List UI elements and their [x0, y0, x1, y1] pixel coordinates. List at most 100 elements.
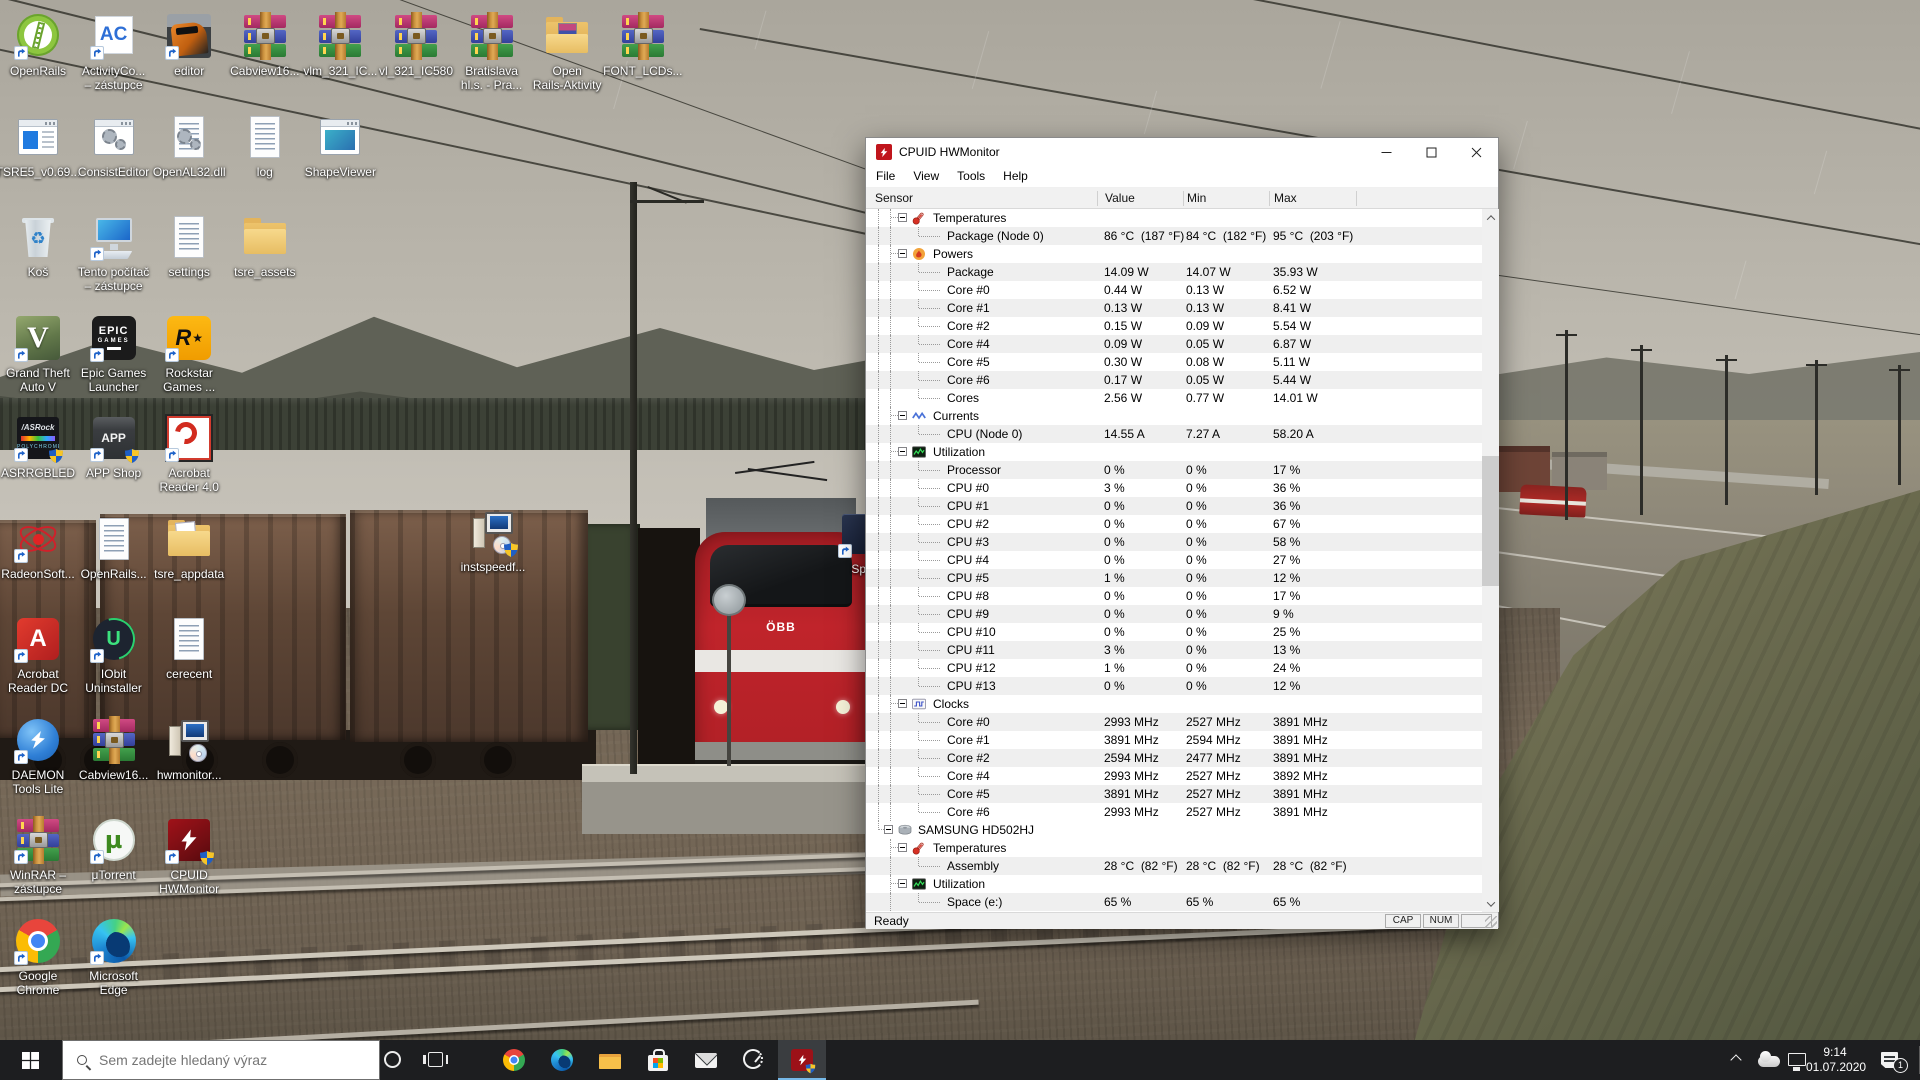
- tray-chevron-icon[interactable]: [1730, 1054, 1742, 1066]
- column-header-min[interactable]: Min: [1187, 191, 1206, 205]
- column-header-max[interactable]: Max: [1274, 191, 1297, 205]
- sensor-row-clocks-27[interactable]: Clocks: [866, 695, 1482, 713]
- desktop-icon-settings[interactable]: settings: [151, 213, 227, 279]
- sensor-row-cpu-1-16[interactable]: CPU #1 0 % 0 % 36 %: [866, 497, 1482, 515]
- desktop-icon-rockstar-games[interactable]: R ★ Rockstar Games ...: [151, 314, 227, 394]
- sensor-row-package-node-0-1[interactable]: Package (Node 0) 86 °C (187 °F) 84 °C (182…: [866, 227, 1482, 245]
- collapse-toggle[interactable]: [898, 249, 907, 258]
- scroll-down-arrow[interactable]: [1482, 895, 1499, 912]
- desktop-icon-consisteditor[interactable]: ConsistEditor: [76, 113, 152, 179]
- sensor-row-core-0-28[interactable]: Core #0 2993 MHz 2527 MHz 3891 MHz: [866, 713, 1482, 731]
- desktop-icon-tsre5-v0-69[interactable]: TSRE5_v0.69...: [0, 113, 80, 179]
- desktop-icon-vl-321-ic580[interactable]: vl_321_IC580: [378, 12, 454, 78]
- task-view-icon[interactable]: [423, 1052, 448, 1067]
- desktop-icon-bratislava-hl-s-pra[interactable]: Bratislava hl.s. - Pra...: [454, 12, 530, 92]
- desktop-icon-iobit-uninstaller[interactable]: U IObit Uninstaller: [76, 610, 152, 695]
- sensor-row-core-1-5[interactable]: Core #1 0.13 W 0.13 W 8.41 W: [866, 299, 1482, 317]
- desktop-icon-editor[interactable]: editor: [151, 12, 227, 78]
- column-header-sensor[interactable]: Sensor: [875, 191, 913, 205]
- desktop-icon-cpuid-hwmonitor[interactable]: CPUID HWMonitor: [151, 816, 227, 896]
- taskbar-app-chrome[interactable]: [490, 1040, 538, 1080]
- desktop-icon-google-chrome[interactable]: Google Chrome: [0, 917, 76, 997]
- sensor-row-processor-14[interactable]: Processor 0 % 0 % 17 %: [866, 461, 1482, 479]
- start-button[interactable]: [0, 1040, 60, 1080]
- collapse-toggle[interactable]: [898, 213, 907, 222]
- sensor-row-core-2-30[interactable]: Core #2 2594 MHz 2477 MHz 3891 MHz: [866, 749, 1482, 767]
- menu-item-help[interactable]: Help: [995, 166, 1036, 187]
- sensor-row-cpu-2-17[interactable]: CPU #2 0 % 0 % 67 %: [866, 515, 1482, 533]
- sensor-row-core-0-4[interactable]: Core #0 0.44 W 0.13 W 6.52 W: [866, 281, 1482, 299]
- desktop-icon-radeonsoft[interactable]: RadeonSoft...: [0, 515, 76, 581]
- sensor-row-core-1-29[interactable]: Core #1 3891 MHz 2594 MHz 3891 MHz: [866, 731, 1482, 749]
- sensor-row-cpu-0-15[interactable]: CPU #0 3 % 0 % 36 %: [866, 479, 1482, 497]
- collapse-toggle[interactable]: [898, 699, 907, 708]
- desktop-icon-daemon-tools-lite[interactable]: DAEMON Tools Lite: [0, 716, 76, 796]
- desktop-icon-tsre-assets[interactable]: tsre_assets: [227, 213, 303, 279]
- maximize-button[interactable]: [1409, 138, 1454, 166]
- sensor-row-assembly-36[interactable]: Assembly 28 °C (82 °F) 28 °C (82 °F) 28 °C …: [866, 857, 1482, 875]
- sensor-row-utilization-37[interactable]: Utilization: [866, 875, 1482, 893]
- desktop-icon-open-rails-aktivity[interactable]: Open Rails-Aktivity: [529, 12, 605, 92]
- desktop-icon-tsre-appdata[interactable]: tsre_appdata: [151, 515, 227, 581]
- taskbar-app-explorer[interactable]: [586, 1040, 634, 1080]
- sensor-row-temperatures-0[interactable]: Temperatures: [866, 209, 1482, 227]
- sensor-row-cpu-9-22[interactable]: CPU #9 0 % 0 % 9 %: [866, 605, 1482, 623]
- column-separator[interactable]: [1097, 191, 1098, 206]
- collapse-toggle[interactable]: [898, 843, 907, 852]
- taskbar-app-gauge[interactable]: [730, 1040, 778, 1080]
- desktop-icon-epic-games-launcher[interactable]: EPIC GAMES Epic Games Launcher: [76, 314, 152, 394]
- sensor-row-cpu-10-23[interactable]: CPU #10 0 % 0 % 25 %: [866, 623, 1482, 641]
- sensor-row-core-5-32[interactable]: Core #5 3891 MHz 2527 MHz 3891 MHz: [866, 785, 1482, 803]
- collapse-toggle[interactable]: [898, 879, 907, 888]
- collapse-toggle[interactable]: [898, 411, 907, 420]
- collapse-toggle[interactable]: [884, 825, 893, 834]
- desktop-icon-instspeedf[interactable]: instspeedf...: [455, 508, 531, 574]
- sensor-row-core-5-8[interactable]: Core #5 0.30 W 0.08 W 5.11 W: [866, 353, 1482, 371]
- close-button[interactable]: [1454, 138, 1499, 166]
- scroll-up-arrow[interactable]: [1482, 209, 1499, 226]
- menu-item-file[interactable]: File: [868, 166, 903, 187]
- onedrive-cloud-icon[interactable]: [1758, 1051, 1780, 1067]
- desktop-icon-openrails[interactable]: OpenRails...: [76, 515, 152, 581]
- desktop-icon-acrobat-reader-4-0[interactable]: Acrobat Reader 4.0: [151, 414, 227, 494]
- column-separator[interactable]: [1356, 191, 1357, 206]
- sensor-row-cpu-13-26[interactable]: CPU #13 0 % 0 % 12 %: [866, 677, 1482, 695]
- sensor-row-currents-11[interactable]: Currents: [866, 407, 1482, 425]
- sensor-row-cpu-4-19[interactable]: CPU #4 0 % 0 % 27 %: [866, 551, 1482, 569]
- desktop-icon-hwmonitor[interactable]: hwmonitor...: [151, 716, 227, 782]
- sensor-row-powers-2[interactable]: Powers: [866, 245, 1482, 263]
- desktop-icon-acrobat-reader-dc[interactable]: A Acrobat Reader DC: [0, 615, 76, 695]
- sensor-row-cpu-12-25[interactable]: CPU #12 1 % 0 % 24 %: [866, 659, 1482, 677]
- column-separator[interactable]: [1269, 191, 1270, 206]
- device-row-samsung-hd502hj-34[interactable]: SAMSUNG HD502HJ: [866, 821, 1482, 839]
- desktop-icon-ko[interactable]: ♻ Koš: [0, 213, 76, 279]
- column-header-value[interactable]: Value: [1105, 191, 1135, 205]
- sensor-row-cpu-3-18[interactable]: CPU #3 0 % 0 % 58 %: [866, 533, 1482, 551]
- minimize-button[interactable]: [1364, 138, 1409, 166]
- sensor-row-package-3[interactable]: Package 14.09 W 14.07 W 35.93 W: [866, 263, 1482, 281]
- title-bar[interactable]: CPUID HWMonitor: [866, 138, 1498, 166]
- sensor-row-utilization-13[interactable]: Utilization: [866, 443, 1482, 461]
- desktop-icon-openal32-dll[interactable]: OpenAL32.dll: [151, 113, 227, 179]
- desktop-icon-app-shop[interactable]: APP APP Shop: [76, 414, 152, 480]
- desktop-icon-shapeviewer[interactable]: ShapeViewer: [302, 113, 378, 179]
- desktop-icon-cabview16[interactable]: Cabview16...: [76, 715, 152, 782]
- resize-grip[interactable]: [1485, 916, 1497, 928]
- desktop-icon-microsoft-edge[interactable]: Microsoft Edge: [76, 917, 152, 997]
- desktop-icon-asrrgbled[interactable]: /ASRock POLYCHROME ASRRGBLED: [0, 414, 76, 480]
- sensor-row-space-e-38[interactable]: Space (e:) 65 % 65 % 65 %: [866, 893, 1482, 911]
- sensor-row-cpu-8-21[interactable]: CPU #8 0 % 0 % 17 %: [866, 587, 1482, 605]
- desktop-icon-vlm-321-ic[interactable]: vlm_321_IC...: [302, 12, 378, 78]
- sensor-row-core-4-31[interactable]: Core #4 2993 MHz 2527 MHz 3892 MHz: [866, 767, 1482, 785]
- sensor-row-core-4-7[interactable]: Core #4 0.09 W 0.05 W 6.87 W: [866, 335, 1482, 353]
- network-icon[interactable]: [1788, 1053, 1806, 1069]
- scrollbar-thumb[interactable]: [1482, 456, 1499, 586]
- collapse-toggle[interactable]: [898, 447, 907, 456]
- menu-item-tools[interactable]: Tools: [949, 166, 993, 187]
- search-input[interactable]: [97, 1051, 357, 1069]
- desktop-icon-cerecent[interactable]: cerecent: [151, 615, 227, 681]
- taskbar-app-store[interactable]: [634, 1040, 682, 1080]
- sensor-row-core-6-33[interactable]: Core #6 2993 MHz 2527 MHz 3891 MHz: [866, 803, 1482, 821]
- sensor-row-core-2-6[interactable]: Core #2 0.15 W 0.09 W 5.54 W: [866, 317, 1482, 335]
- taskbar-app-hwmonitor[interactable]: [778, 1040, 826, 1080]
